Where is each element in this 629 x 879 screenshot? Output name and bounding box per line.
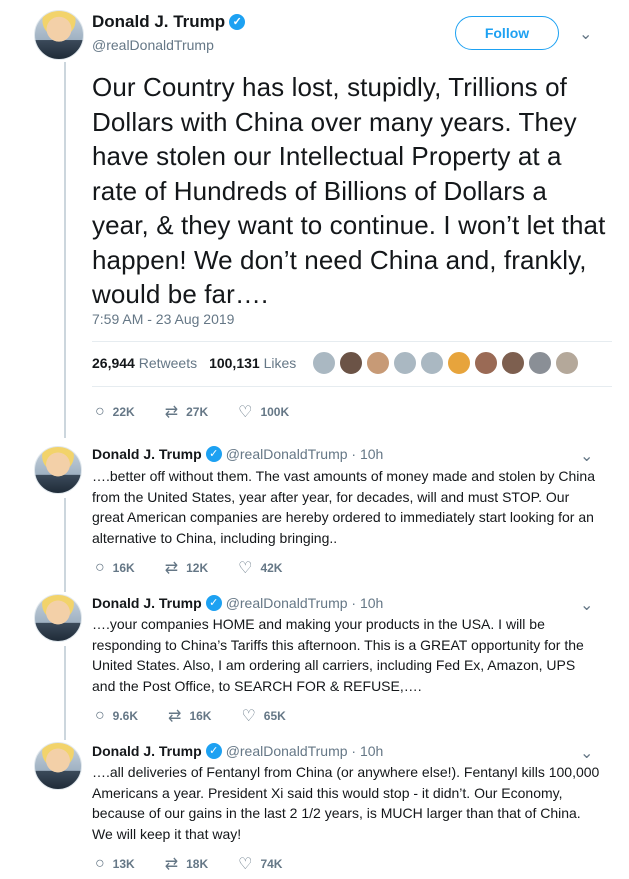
- liker-avatar[interactable]: [339, 351, 363, 375]
- author-handle[interactable]: @realDonaldTrump · 10h: [226, 595, 384, 611]
- author-name[interactable]: Donald J. Trump: [92, 743, 202, 759]
- like-button[interactable]: ♡ 74K: [238, 854, 282, 874]
- liker-avatar[interactable]: [474, 351, 498, 375]
- follow-button[interactable]: Follow: [455, 16, 559, 50]
- tweet-actions: ○ 9.6K ⇄ 16K ♡ 65K: [95, 706, 316, 726]
- liker-avatar[interactable]: [447, 351, 471, 375]
- author-handle[interactable]: @realDonaldTrump: [92, 37, 214, 53]
- like-button[interactable]: ♡ 42K: [238, 558, 282, 578]
- heart-icon: ♡: [238, 856, 253, 873]
- reply-count: 13K: [112, 857, 135, 871]
- tweet-actions: ○ 13K ⇄ 18K ♡ 74K: [95, 854, 312, 874]
- liker-avatar[interactable]: [555, 351, 579, 375]
- reply-count: 9.6K: [112, 709, 139, 723]
- reply-icon: ○: [95, 707, 105, 724]
- tweet-timestamp[interactable]: 7:59 AM - 23 Aug 2019: [92, 311, 234, 327]
- reply-header: Donald J. Trump ✓ @realDonaldTrump · 10h: [92, 595, 383, 612]
- author-name[interactable]: Donald J. Trump: [92, 446, 202, 462]
- retweet-icon: ⇄: [168, 708, 182, 725]
- author-handle[interactable]: @realDonaldTrump · 10h: [226, 446, 384, 462]
- thread-line: [64, 646, 66, 740]
- retweet-button[interactable]: ⇄ 16K: [168, 706, 211, 726]
- reply-count: 16K: [112, 561, 135, 575]
- liker-avatar[interactable]: [366, 351, 390, 375]
- avatar[interactable]: [34, 742, 82, 790]
- heart-icon: ♡: [238, 404, 253, 421]
- retweets-label: Retweets: [138, 355, 198, 371]
- chevron-down-icon[interactable]: ⌄: [580, 743, 593, 763]
- liker-avatars: [312, 351, 579, 375]
- likes-label: Likes: [263, 355, 297, 371]
- like-button[interactable]: ♡ 100K: [238, 402, 289, 422]
- reply-button[interactable]: ○ 22K: [95, 403, 135, 421]
- retweet-icon: ⇄: [164, 560, 179, 577]
- tweet-actions: ○ 16K ⇄ 12K ♡ 42K: [95, 558, 312, 578]
- reply-icon: ○: [95, 403, 105, 420]
- verified-badge-icon: ✓: [205, 595, 222, 612]
- reply-button[interactable]: ○ 9.6K: [95, 707, 138, 725]
- tweet-text: ….all deliveries of Fentanyl from China …: [92, 764, 600, 842]
- author-name-text[interactable]: Donald J. Trump: [92, 12, 225, 31]
- retweets-stat[interactable]: 26,944 Retweets: [92, 355, 197, 371]
- author-name[interactable]: Donald J. Trump: [92, 595, 202, 611]
- verified-badge-icon: ✓: [229, 13, 246, 30]
- divider: [92, 341, 612, 342]
- like-count: 42K: [260, 561, 283, 575]
- reply-icon: ○: [95, 855, 105, 872]
- retweet-button[interactable]: ⇄ 18K: [165, 854, 208, 874]
- divider: [92, 386, 612, 387]
- liker-avatar[interactable]: [393, 351, 417, 375]
- liker-avatar[interactable]: [312, 351, 336, 375]
- retweet-icon: ⇄: [164, 404, 179, 421]
- thread-line: [64, 498, 66, 592]
- like-count: 74K: [260, 857, 283, 871]
- liker-avatar[interactable]: [528, 351, 552, 375]
- heart-icon: ♡: [238, 560, 253, 577]
- retweet-count: 16K: [189, 709, 212, 723]
- verified-badge-icon: ✓: [205, 743, 222, 760]
- retweet-count: 18K: [186, 857, 209, 871]
- liker-avatar[interactable]: [420, 351, 444, 375]
- heart-icon: ♡: [241, 708, 256, 725]
- author-name[interactable]: Donald J. Trump ✓: [92, 12, 246, 32]
- retweet-count: 27K: [186, 405, 209, 419]
- avatar[interactable]: [34, 594, 82, 642]
- engagement-stats: 26,944 Retweets 100,131 Likes: [92, 355, 296, 371]
- verified-badge-icon: ✓: [205, 446, 222, 463]
- chevron-down-icon[interactable]: ⌄: [580, 446, 593, 466]
- retweet-button[interactable]: ⇄ 12K: [165, 558, 208, 578]
- reply-header: Donald J. Trump ✓ @realDonaldTrump · 10h: [92, 743, 383, 760]
- avatar[interactable]: [34, 446, 82, 494]
- chevron-down-icon[interactable]: ⌄: [579, 24, 592, 44]
- like-count: 100K: [260, 405, 290, 419]
- tweet-text: ….better off without them. The vast amou…: [92, 468, 595, 546]
- like-count: 65K: [263, 709, 286, 723]
- likes-stat[interactable]: 100,131 Likes: [209, 355, 296, 371]
- avatar[interactable]: [34, 10, 84, 60]
- like-button[interactable]: ♡ 65K: [241, 706, 285, 726]
- chevron-down-icon[interactable]: ⌄: [580, 595, 593, 615]
- retweet-icon: ⇄: [164, 856, 179, 873]
- tweet-text: ….your companies HOME and making your pr…: [92, 616, 584, 694]
- thread-line: [64, 62, 66, 438]
- retweet-count: 12K: [186, 561, 209, 575]
- likes-count: 100,131: [209, 355, 260, 371]
- tweet-text: Our Country has lost, stupidly, Trillion…: [92, 72, 606, 309]
- reply-button[interactable]: ○ 16K: [95, 559, 135, 577]
- retweet-button[interactable]: ⇄ 27K: [165, 402, 208, 422]
- main-tweet-actions: ○ 22K ⇄ 27K ♡ 100K: [95, 402, 319, 422]
- reply-header: Donald J. Trump ✓ @realDonaldTrump · 10h: [92, 446, 383, 463]
- author-handle[interactable]: @realDonaldTrump · 10h: [226, 743, 384, 759]
- reply-count: 22K: [112, 405, 135, 419]
- reply-button[interactable]: ○ 13K: [95, 855, 135, 873]
- liker-avatar[interactable]: [501, 351, 525, 375]
- retweets-count: 26,944: [92, 355, 135, 371]
- reply-icon: ○: [95, 559, 105, 576]
